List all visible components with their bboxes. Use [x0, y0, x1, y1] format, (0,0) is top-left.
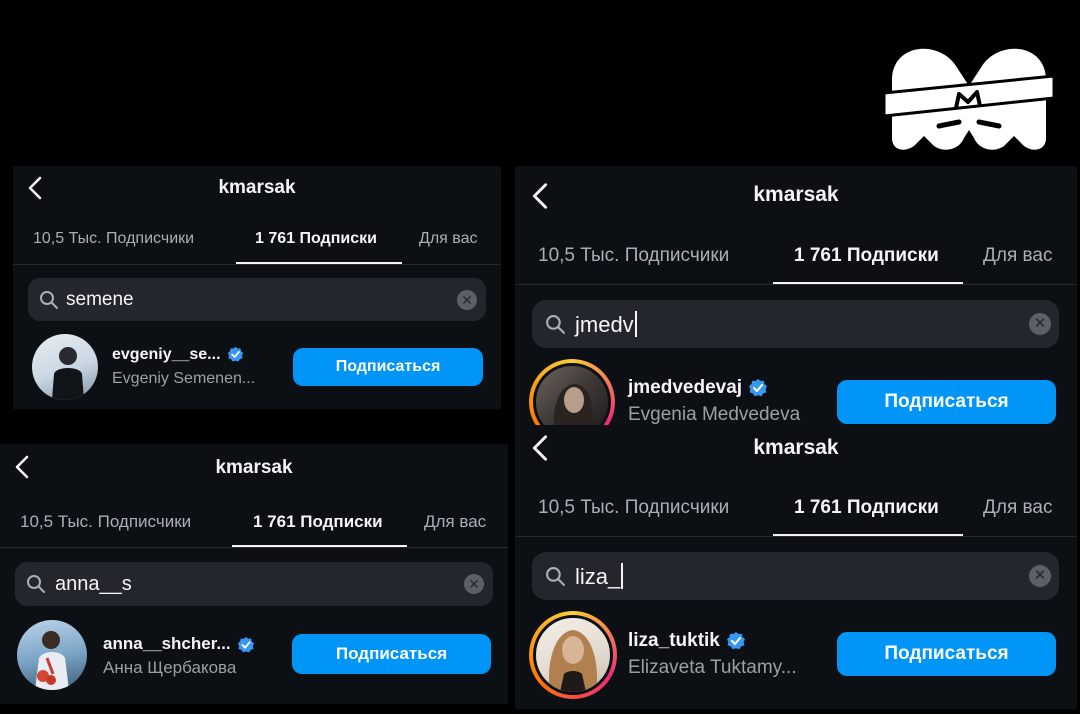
- search-value: jmedv: [575, 311, 637, 338]
- tab-followers[interactable]: 10,5 Тыс. Подписчики: [538, 497, 729, 519]
- tab-for-you[interactable]: Для вас: [983, 245, 1052, 267]
- tab-for-you[interactable]: Для вас: [419, 230, 478, 248]
- divider: [13, 264, 501, 265]
- clear-icon[interactable]: ✕: [1029, 565, 1051, 587]
- page-title: kmarsak: [753, 436, 839, 459]
- following-panel-4: kmarsak 10,5 Тыс. Подписчики 1 761 Подпи…: [515, 425, 1077, 709]
- page-title: kmarsak: [218, 177, 296, 198]
- divider: [515, 536, 1077, 537]
- search-text: jmedv: [575, 312, 634, 337]
- avatar[interactable]: [17, 620, 87, 690]
- search-icon: [40, 291, 58, 309]
- search-input[interactable]: liza_ ✕: [532, 552, 1059, 600]
- avatar-image: [553, 384, 593, 426]
- tab-followers[interactable]: 10,5 Тыс. Подписчики: [33, 230, 194, 248]
- result-full-name: Elizaveta Tuktamy...: [628, 657, 797, 678]
- tab-followers[interactable]: 10,5 Тыс. Подписчики: [20, 512, 191, 532]
- search-input[interactable]: semene ✕: [28, 278, 486, 321]
- search-input[interactable]: anna__s ✕: [15, 562, 493, 606]
- username-text: evgeniy__se...: [112, 346, 221, 363]
- avatar[interactable]: [533, 615, 613, 695]
- username-text: jmedvedevaj: [628, 377, 743, 398]
- result-full-name: Evgenia Medvedeva: [628, 404, 801, 425]
- verified-badge-icon: [227, 347, 243, 362]
- username-text: anna__shcher...: [103, 634, 231, 653]
- tab-for-you[interactable]: Для вас: [983, 497, 1052, 519]
- follow-button[interactable]: Подписаться: [837, 632, 1056, 676]
- clear-icon[interactable]: ✕: [1029, 313, 1051, 335]
- clear-icon[interactable]: ✕: [457, 290, 477, 310]
- avatar[interactable]: [32, 334, 98, 400]
- follow-button[interactable]: Подписаться: [293, 348, 483, 386]
- text-caret: [634, 311, 637, 337]
- follow-button[interactable]: Подписаться: [837, 380, 1056, 424]
- following-panel-1: kmarsak 10,5 Тыс. Подписчики 1 761 Подпи…: [13, 166, 501, 409]
- search-icon: [546, 567, 565, 586]
- result-username[interactable]: evgeniy__se...: [112, 346, 244, 364]
- search-value: semene: [66, 289, 134, 310]
- result-username[interactable]: jmedvedevaj: [628, 377, 768, 399]
- match-tv-logo: [884, 48, 1054, 150]
- search-text: liza_: [575, 564, 621, 589]
- search-icon: [27, 575, 45, 593]
- tab-following[interactable]: 1 761 Подписки: [253, 512, 383, 532]
- verified-badge-icon: [726, 631, 745, 650]
- divider: [515, 284, 1077, 285]
- page-title: kmarsak: [215, 457, 293, 478]
- verified-badge-icon: [749, 378, 768, 397]
- tab-following[interactable]: 1 761 Подписки: [255, 230, 377, 248]
- search-icon: [546, 315, 565, 334]
- tab-following[interactable]: 1 761 Подписки: [794, 245, 939, 267]
- follow-button[interactable]: Подписаться: [292, 634, 491, 674]
- avatar-image: [52, 347, 84, 400]
- result-full-name: Анна Щербакова: [103, 658, 237, 677]
- page-title: kmarsak: [753, 183, 839, 206]
- avatar-image: [548, 630, 598, 692]
- avatar-image: [35, 631, 69, 690]
- search-value: anna__s: [55, 573, 132, 595]
- following-panel-2: kmarsak 10,5 Тыс. Подписчики 1 761 Подпи…: [0, 444, 508, 704]
- search-input[interactable]: jmedv ✕: [532, 300, 1059, 348]
- tab-followers[interactable]: 10,5 Тыс. Подписчики: [538, 245, 729, 267]
- result-full-name: Evgeniy Semenen...: [112, 370, 256, 387]
- clear-icon[interactable]: ✕: [464, 574, 484, 594]
- username-text: liza_tuktik: [628, 630, 720, 651]
- text-caret: [621, 563, 624, 589]
- result-username[interactable]: liza_tuktik: [628, 630, 746, 652]
- tab-following[interactable]: 1 761 Подписки: [794, 497, 939, 519]
- verified-badge-icon: [237, 636, 254, 652]
- result-username[interactable]: anna__shcher...: [103, 634, 255, 654]
- tab-for-you[interactable]: Для вас: [424, 512, 486, 532]
- divider: [0, 547, 508, 548]
- following-panel-3: kmarsak 10,5 Тыс. Подписчики 1 761 Подпи…: [515, 166, 1077, 426]
- search-value: liza_: [575, 563, 624, 590]
